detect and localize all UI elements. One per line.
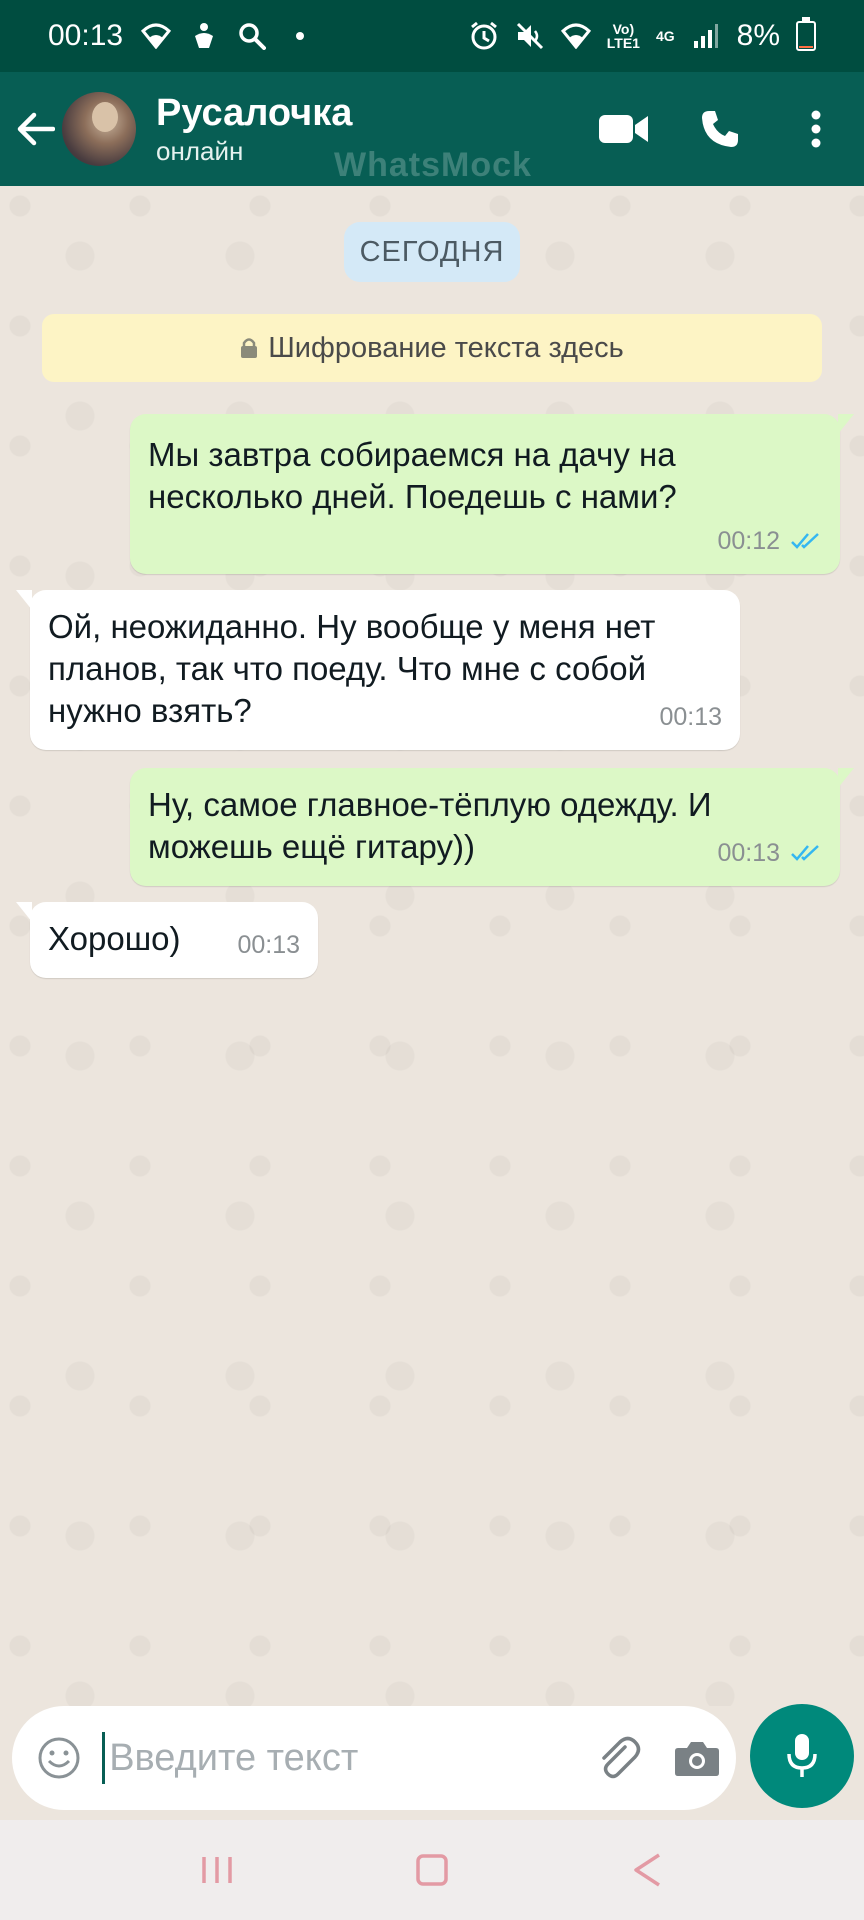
status-time: 00:13 (48, 19, 124, 52)
voice-call-button[interactable] (672, 72, 768, 186)
search-icon (237, 21, 267, 51)
header-actions (576, 72, 864, 186)
voice-message-button[interactable] (750, 1704, 854, 1808)
chat-area[interactable]: СЕГОДНЯ Шифрование текста здесь Мы завтр… (0, 186, 864, 1706)
contact-info[interactable]: Русалочка онлайн (156, 91, 352, 167)
home-icon (416, 1854, 448, 1886)
recent-apps-button[interactable] (177, 1830, 257, 1910)
message-time: 00:13 (717, 839, 780, 867)
paperclip-icon (602, 1736, 641, 1779)
message-time: 00:13 (237, 931, 300, 959)
more-vert-icon (811, 110, 821, 148)
signal-icon (691, 21, 721, 51)
alarm-icon (469, 21, 499, 51)
emoji-button[interactable] (16, 1706, 102, 1810)
message-bubble-incoming[interactable]: Ой, неожиданно. Ну вообще у меня нет пла… (16, 590, 740, 750)
accessibility-icon (189, 21, 219, 51)
double-check-icon (791, 533, 819, 549)
message-meta: 00:13 (717, 832, 822, 874)
status-bar: 00:13 Vo) LTE1 4G 8% (0, 0, 864, 72)
message-composer (12, 1706, 736, 1810)
contact-status: онлайн (156, 136, 244, 166)
back-arrow-icon (17, 112, 55, 146)
dot-icon (285, 21, 315, 51)
video-call-button[interactable] (576, 72, 672, 186)
network-type: 4G (655, 28, 675, 44)
message-bubble-outgoing[interactable]: Мы завтра собираемся на дачу на нескольк… (130, 414, 854, 574)
bubble-tail (838, 768, 854, 788)
bubble-tail (16, 902, 32, 922)
message-meta: 00:13 (659, 696, 722, 738)
camera-button[interactable] (658, 1706, 736, 1810)
double-check-icon (791, 845, 819, 861)
message-bubble-incoming[interactable]: Хорошо) 00:13 (16, 902, 318, 978)
message-meta: 00:13 (237, 924, 300, 966)
back-nav-icon (633, 1853, 660, 1887)
status-right: Vo) LTE1 4G 8% (469, 17, 816, 53)
message-bubble-outgoing[interactable]: Ну, самое главное-тёплую одежду. И можеш… (130, 768, 854, 886)
emoji-icon (38, 1737, 80, 1779)
message-meta: 00:12 (717, 520, 822, 562)
recent-apps-icon (202, 1857, 233, 1883)
avatar[interactable] (62, 92, 136, 166)
camera-icon (674, 1742, 719, 1776)
encryption-notice-text: Шифрование текста здесь (268, 331, 624, 364)
message-time: 00:12 (717, 527, 780, 555)
battery-percent: 8% (736, 19, 780, 52)
message-time: 00:13 (659, 703, 722, 731)
contact-name: Русалочка (156, 92, 353, 134)
watermark: WhatsMock (334, 146, 532, 184)
phone-icon (702, 111, 738, 147)
date-separator: СЕГОДНЯ (344, 222, 520, 282)
wifi-icon (141, 21, 172, 51)
home-button[interactable] (392, 1830, 472, 1910)
attach-button[interactable] (579, 1706, 657, 1810)
message-text: Ой, неожиданно. Ну вообще у меня нет пла… (48, 608, 656, 729)
system-nav-bar (0, 1820, 864, 1920)
bubble-tail (838, 414, 854, 434)
lock-icon (241, 338, 258, 358)
back-nav-button[interactable] (607, 1830, 687, 1910)
mute-icon (515, 21, 545, 51)
more-options-button[interactable] (768, 72, 864, 186)
text-cursor (102, 1732, 106, 1784)
microphone-icon (787, 1734, 817, 1777)
message-text: Мы завтра собираемся на дачу на нескольк… (148, 436, 677, 515)
bubble-tail (16, 590, 32, 610)
message-input[interactable] (109, 1728, 580, 1788)
encryption-notice[interactable]: Шифрование текста здесь (42, 314, 822, 382)
battery-fill (799, 45, 813, 48)
wifi-calling-icon (560, 21, 591, 51)
battery-icon (796, 17, 816, 51)
volte-label: Vo) LTE1 (606, 21, 640, 51)
status-left: 00:13 (48, 19, 315, 53)
video-call-icon (599, 115, 648, 143)
